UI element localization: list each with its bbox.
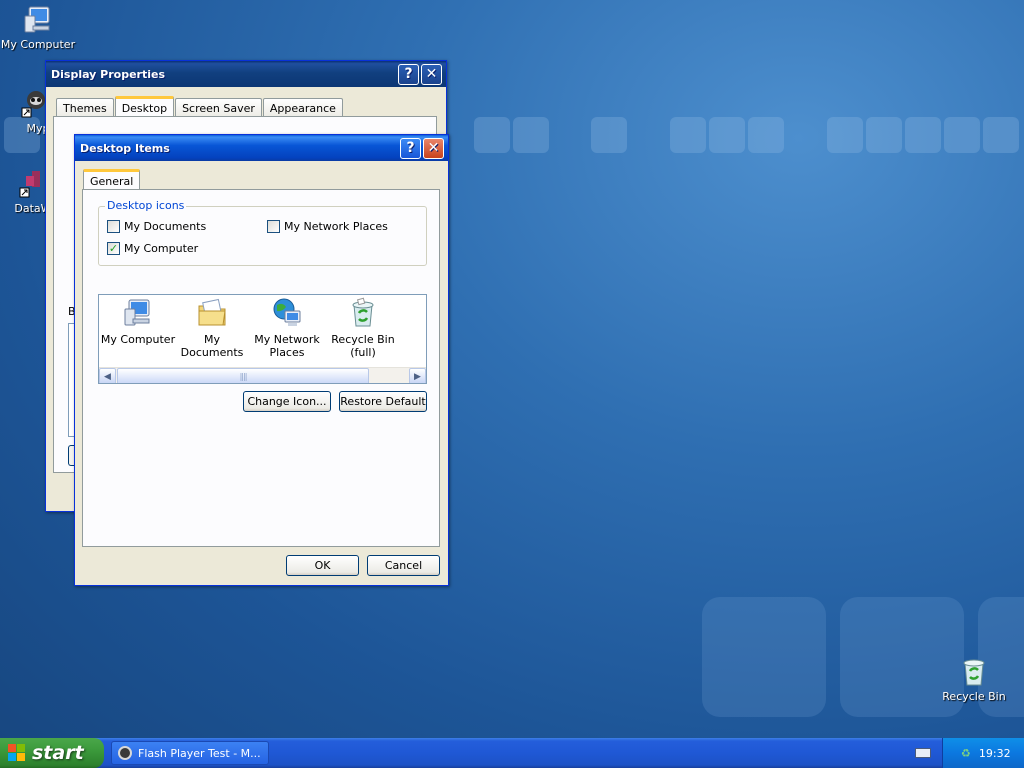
horizontal-scrollbar[interactable]: ◀ |||| ▶ bbox=[99, 367, 426, 383]
keyboard-icon[interactable] bbox=[915, 748, 931, 758]
arrow-left-icon: ◀ bbox=[104, 371, 111, 382]
window-title: Desktop Items bbox=[80, 141, 170, 155]
start-button[interactable]: start bbox=[0, 738, 104, 768]
arrow-right-icon: ▶ bbox=[414, 371, 421, 382]
desktop-icon-label: Recycle Bin bbox=[942, 690, 1006, 703]
desktop-items-dialog: Desktop Items ? ✕ General Desktop icons … bbox=[74, 134, 449, 586]
recycle-tray-icon[interactable]: ♻ bbox=[961, 747, 971, 760]
taskbar: start Flash Player Test - M... ♻ 19:32 bbox=[0, 738, 1024, 768]
window-title: Display Properties bbox=[51, 67, 166, 81]
help-button[interactable]: ? bbox=[398, 63, 419, 85]
desktop-icons-group: Desktop icons bbox=[98, 199, 427, 266]
item-label: ( bbox=[401, 346, 426, 359]
system-tray: ♻ 19:32 bbox=[942, 738, 1024, 768]
list-item[interactable]: My Computer bbox=[100, 295, 176, 346]
desktop-icon-my-computer[interactable]: My Computer bbox=[0, 4, 76, 51]
group-label: Desktop icons bbox=[105, 199, 187, 212]
tab-screen-saver[interactable]: Screen Saver bbox=[175, 98, 262, 117]
item-label: (full) bbox=[350, 346, 376, 359]
desktop-icon-list[interactable]: My Computer My Documents My Network Plac… bbox=[98, 294, 427, 384]
my-network-places-checkbox[interactable]: My Network Places bbox=[267, 220, 388, 233]
computer-icon bbox=[122, 297, 154, 329]
checkbox-box[interactable] bbox=[107, 220, 120, 233]
taskbar-item-label: Flash Player Test - M... bbox=[138, 746, 261, 760]
change-icon-button[interactable]: Change Icon... bbox=[243, 391, 331, 412]
close-button[interactable]: ✕ bbox=[421, 63, 442, 85]
scroll-thumb[interactable]: |||| bbox=[117, 368, 369, 383]
network-icon bbox=[271, 297, 303, 329]
help-button[interactable]: ? bbox=[400, 137, 421, 159]
checkbox-label: My Network Places bbox=[284, 220, 388, 233]
raccoon-icon bbox=[118, 746, 132, 760]
scroll-right-button[interactable]: ▶ bbox=[409, 368, 426, 383]
tab-themes[interactable]: Themes bbox=[56, 98, 114, 117]
tab-desktop[interactable]: Desktop bbox=[114, 96, 175, 118]
windows-logo-icon bbox=[8, 744, 26, 762]
folder-icon bbox=[196, 297, 228, 329]
grip-icon: |||| bbox=[239, 372, 248, 381]
datawatch-icon bbox=[14, 168, 46, 200]
item-label: Places bbox=[269, 346, 305, 359]
checkmark-icon: ✓ bbox=[108, 242, 119, 255]
desktop-icon-recycle-bin[interactable]: Recycle Bin bbox=[936, 656, 1012, 703]
restore-default-button[interactable]: Restore Default bbox=[339, 391, 427, 412]
cancel-button[interactable]: Cancel bbox=[367, 555, 440, 576]
start-label: start bbox=[32, 742, 84, 764]
button-label: OK bbox=[314, 559, 331, 572]
clock[interactable]: 19:32 bbox=[979, 747, 1011, 760]
button-label: Cancel bbox=[384, 559, 423, 572]
checkbox-box[interactable] bbox=[267, 220, 280, 233]
list-item[interactable]: Recycle Bin (full) bbox=[325, 295, 401, 359]
checkbox-label: My Computer bbox=[124, 242, 199, 255]
tab-appearance[interactable]: Appearance bbox=[262, 98, 343, 117]
item-label: My Documents bbox=[180, 333, 244, 359]
display-properties-titlebar[interactable]: Display Properties ? ✕ bbox=[46, 61, 446, 87]
list-item[interactable]: My Documents bbox=[174, 295, 250, 359]
my-computer-checkbox[interactable]: ✓ My Computer bbox=[107, 242, 198, 255]
taskbar-item-flash-player-test[interactable]: Flash Player Test - M... bbox=[111, 741, 269, 765]
close-button[interactable]: ✕ bbox=[423, 137, 444, 159]
computer-icon bbox=[22, 4, 54, 36]
desktop-items-titlebar[interactable]: Desktop Items ? ✕ bbox=[75, 135, 448, 161]
list-item[interactable]: Re ( bbox=[401, 295, 426, 359]
item-label: My Computer bbox=[100, 333, 176, 346]
item-label: Recycle Bin bbox=[331, 333, 395, 346]
item-label: Re bbox=[401, 333, 426, 346]
button-label: Restore Default bbox=[340, 395, 426, 408]
list-item[interactable]: My Network Places bbox=[249, 295, 325, 359]
my-documents-checkbox[interactable]: My Documents bbox=[107, 220, 206, 233]
button-label: Change Icon... bbox=[247, 395, 327, 408]
general-tab-panel: Desktop icons My Documents My Network Pl… bbox=[82, 189, 440, 547]
checkbox-label: My Documents bbox=[124, 220, 207, 233]
ok-button[interactable]: OK bbox=[286, 555, 359, 576]
recycle-bin-full-icon bbox=[347, 297, 379, 329]
tab-general[interactable]: General bbox=[83, 169, 141, 191]
item-label: My Network bbox=[254, 333, 320, 346]
checkbox-box[interactable]: ✓ bbox=[107, 242, 120, 255]
scroll-left-button[interactable]: ◀ bbox=[99, 368, 116, 383]
desktop-icon-label: My Computer bbox=[0, 38, 76, 51]
recycle-bin-icon bbox=[958, 656, 990, 688]
recycle-bin-empty-icon bbox=[423, 297, 426, 329]
